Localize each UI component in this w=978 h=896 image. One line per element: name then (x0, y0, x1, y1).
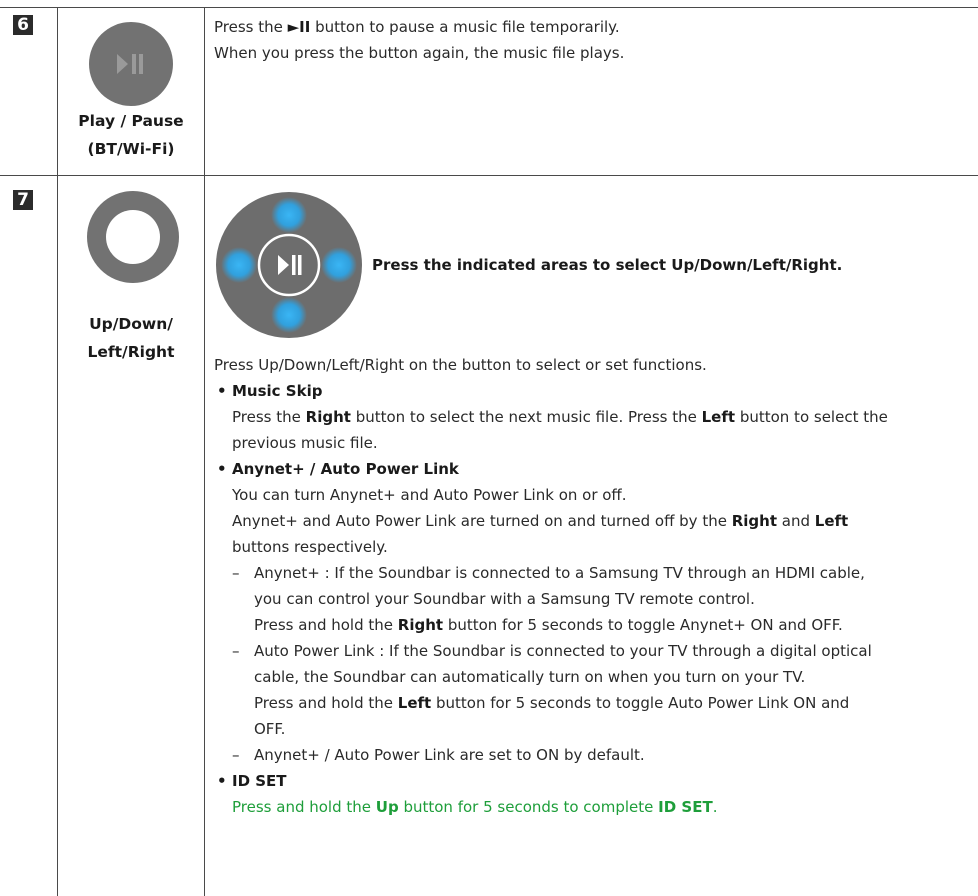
play-pause-button-icon (89, 22, 173, 106)
button-name-line1: Up/Down/ (89, 315, 173, 333)
anynet-line1: You can turn Anynet+ and Auto Power Link… (232, 486, 627, 504)
directions-intro: Press Up/Down/Left/Right on the button t… (214, 356, 707, 374)
row-divider (0, 175, 978, 176)
text-segment: Right (731, 512, 777, 530)
text-segment: button to select the next music file. Pr… (350, 408, 702, 426)
anynet-dash-item-2-line2: cable, the Soundbar can automatically tu… (254, 668, 806, 686)
text-segment: . (712, 798, 718, 816)
anynet-line3: buttons respectively. (232, 538, 388, 556)
text-segment: Up (375, 798, 399, 816)
anynet-dash-item-3: Anynet+ / Auto Power Link are set to ON … (232, 742, 645, 768)
anynet-dash-item-1-line3: Press and hold the Right button for 5 se… (254, 612, 843, 638)
table-top-rule (0, 7, 978, 8)
music-skip-line2: previous music file. (232, 434, 378, 452)
text-segment: button for 5 seconds to toggle Auto Powe… (431, 694, 850, 712)
text-segment: Right (305, 408, 351, 426)
direction-button-icon (87, 191, 179, 283)
id-set-line1: Press and hold the Up button for 5 secon… (232, 794, 717, 820)
row-number-badge: 6 (13, 15, 33, 35)
manual-page: 6 Play / Pause (BT/Wi-Fi) Press the ►II … (0, 0, 978, 896)
button-name-up-down-left-right: Up/Down/ Left/Right (58, 310, 204, 366)
anynet-dash-item-2-line3: Press and hold the Left button for 5 sec… (254, 690, 849, 716)
text-segment: Press the (214, 18, 288, 36)
anynet-line2: Anynet+ and Auto Power Link are turned o… (232, 508, 848, 534)
bullet-anynet-auto-power-link: Anynet+ / Auto Power Link (217, 456, 459, 482)
text-segment: Press and hold the (254, 694, 398, 712)
dpad-indicated-areas-icon (216, 192, 362, 338)
anynet-dash-item-2-line4: OFF. (254, 720, 286, 738)
text-segment: and (777, 512, 815, 530)
text-segment: button for 5 seconds to complete (398, 798, 659, 816)
bullet-music-skip: Music Skip (217, 378, 323, 404)
text-segment: Left (397, 694, 432, 712)
text-segment: button for 5 seconds to toggle Anynet+ O… (443, 616, 843, 634)
button-name-line1: Play / Pause (78, 112, 184, 130)
button-name-line2: (BT/Wi-Fi) (87, 140, 175, 158)
text-segment: Left (814, 512, 849, 530)
bullet-id-set: ID SET (217, 768, 286, 794)
play-pause-description-line1: Press the ►II button to pause a music fi… (214, 14, 620, 40)
text-segment: Press and hold the (232, 798, 376, 816)
text-segment: Anynet+ and Auto Power Link are turned o… (232, 512, 732, 530)
column-divider-2 (204, 7, 205, 896)
row-number-badge: 7 (13, 190, 33, 210)
text-segment: Press the (232, 408, 306, 426)
play-pause-glyph: ►II (287, 18, 311, 36)
text-segment: Left (701, 408, 736, 426)
button-name-play-pause: Play / Pause (BT/Wi-Fi) (58, 107, 204, 163)
text-segment: Right (397, 616, 444, 634)
anynet-dash-item-1-line2: you can control your Soundbar with a Sam… (254, 590, 755, 608)
button-name-line2: Left/Right (87, 343, 175, 361)
music-skip-line1: Press the Right button to select the nex… (232, 404, 888, 430)
text-segment: button to select the (735, 408, 888, 426)
indicated-areas-caption: Press the indicated areas to select Up/D… (372, 256, 843, 274)
anynet-dash-item-2-line1: Auto Power Link : If the Soundbar is con… (232, 638, 872, 664)
anynet-dash-item-1-line1: Anynet+ : If the Soundbar is connected t… (232, 560, 865, 586)
text-segment: Press and hold the (254, 616, 398, 634)
play-pause-description-line2: When you press the button again, the mus… (214, 44, 625, 62)
text-segment: ID SET (658, 798, 713, 816)
text-segment: button to pause a music file temporarily… (310, 18, 620, 36)
